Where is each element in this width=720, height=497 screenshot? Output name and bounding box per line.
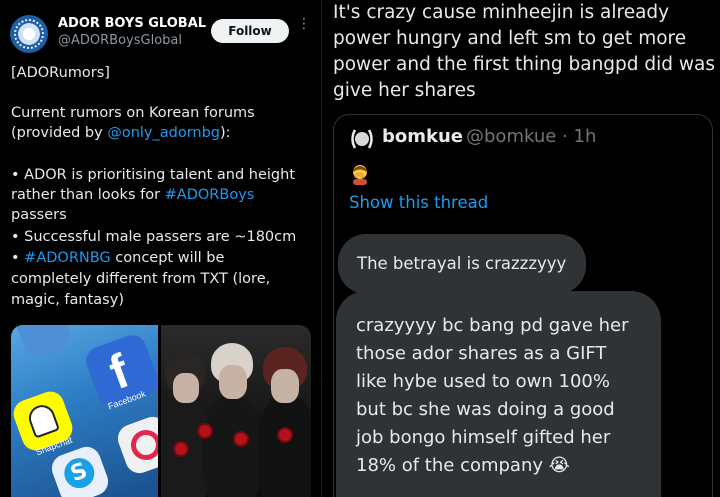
bullet3-suffix: concept will be xyxy=(110,250,225,266)
rose-icon xyxy=(175,443,187,455)
bullet3-line2: completely different from TXT (lore, xyxy=(11,271,271,287)
intro-prefix: (provided by xyxy=(11,125,108,141)
message-line: crazyyyy bc bang pd gave her xyxy=(356,315,629,336)
message-line: like hybe used to own 100% xyxy=(356,371,610,392)
skype-icon: S xyxy=(47,442,113,497)
rose-icon xyxy=(199,425,211,437)
message-bubble-1-text: The betrayal is crazzzyyy xyxy=(357,254,567,273)
author-handle[interactable]: @ADORBoysGlobal xyxy=(58,33,182,48)
message-line: but bc she was doing a good xyxy=(356,399,615,420)
bullet2-line: • Successful male passers are ~180cm xyxy=(11,229,297,245)
panel-divider xyxy=(321,0,322,497)
face-shape xyxy=(271,369,299,403)
quote-line: It's crazy cause minheejin is already xyxy=(333,2,670,23)
app-icon xyxy=(113,412,158,478)
message-line: those ador shares as a GIFT xyxy=(356,343,607,364)
media-image-app-icons[interactable]: f Facebook Snapchat S xyxy=(11,325,158,497)
quoted-display-name[interactable]: bomkue xyxy=(382,126,463,147)
tweet-intro-line1: Current rumors on Korean forums xyxy=(11,105,255,121)
bullet1-prefix: rather than looks for xyxy=(11,187,165,203)
person-figure xyxy=(257,395,311,497)
hashtag-adorboys-link[interactable]: #ADORBoys xyxy=(165,187,255,203)
bullet3-line3: magic, fantasy) xyxy=(11,292,124,308)
quote-line: power and the first thing bangpd did was xyxy=(333,54,716,75)
face-shape xyxy=(219,365,247,399)
face-shape xyxy=(173,373,199,403)
bullet1-line1: • ADOR is prioritising talent and height xyxy=(11,167,296,183)
message-line: job bongo himself gifted her xyxy=(356,427,611,448)
more-options-icon[interactable]: ⋮ xyxy=(297,17,311,41)
bullet1-line2: rather than looks for #ADORBoys xyxy=(11,185,316,205)
bullet3-prefix: • xyxy=(11,250,25,266)
person-figure xyxy=(203,395,261,497)
bullet3-line1: • #ADORNBG concept will be xyxy=(11,248,316,268)
rose-icon xyxy=(235,433,247,445)
rose-icon xyxy=(279,429,291,441)
app-icon xyxy=(12,325,74,360)
tweet-tag-line: [ADORumors] xyxy=(11,65,110,81)
quote-line: give her shares xyxy=(333,80,476,101)
follow-button[interactable]: Follow xyxy=(211,19,289,43)
quote-line: power hungry and left sm to get more xyxy=(333,28,687,49)
quoted-author-avatar[interactable] xyxy=(349,128,375,150)
show-thread-link[interactable]: Show this thread xyxy=(349,193,488,212)
bullet1-line3: passers xyxy=(11,207,67,223)
avatar-ring xyxy=(14,19,44,49)
author-display-name[interactable]: ADOR BOYS GLOBAL xyxy=(58,16,206,31)
tweet-intro-line2: (provided by @only_adornbg): xyxy=(11,123,316,143)
quote-tweet-text: It's crazy cause minheejin is already po… xyxy=(333,0,716,104)
quoted-handle-time[interactable]: @bomkue · 1h xyxy=(466,126,596,147)
facepalm-emoji-icon xyxy=(353,165,367,185)
hashtag-adornbg-link[interactable]: #ADORNBG xyxy=(24,250,111,266)
media-image-group-photo[interactable] xyxy=(161,325,311,497)
intro-suffix: ): xyxy=(220,125,231,141)
mention-link[interactable]: @only_adornbg xyxy=(107,125,220,141)
message-bubble-2-text: crazyyyy bc bang pd gave her those ador … xyxy=(356,312,629,480)
message-line: 18% of the company 😭 xyxy=(356,455,570,476)
